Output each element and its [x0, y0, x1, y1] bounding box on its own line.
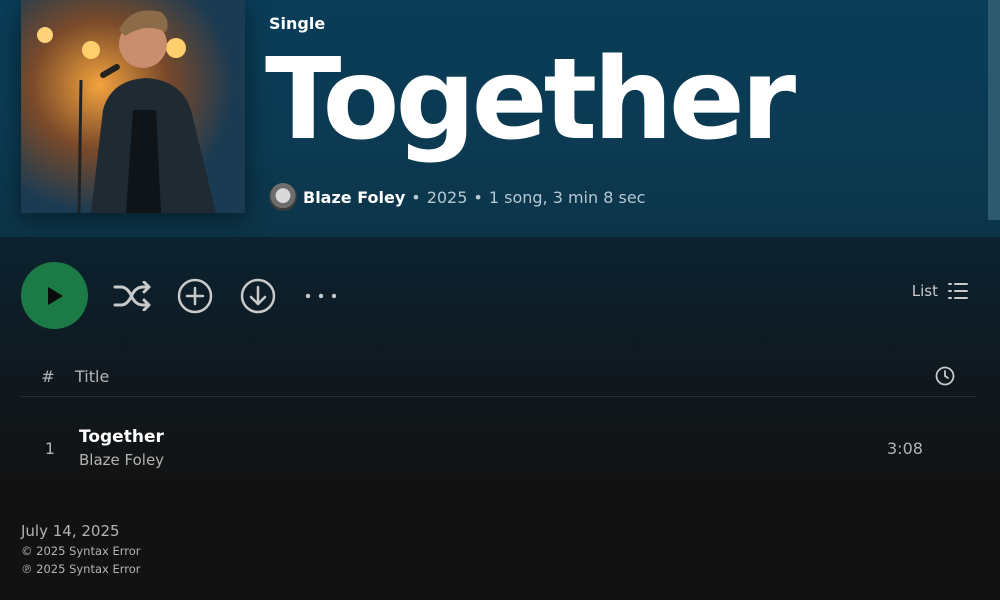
album-footer: July 14, 2025 © 2025 Syntax Error ℗ 2025… [21, 522, 141, 576]
add-to-library-button[interactable] [175, 276, 215, 316]
album-cover [21, 0, 245, 213]
separator-dot: • [411, 187, 421, 207]
download-icon [240, 278, 276, 314]
shuffle-button[interactable] [112, 276, 152, 316]
album-summary: 1 song, 3 min 8 sec [488, 187, 646, 207]
release-date: July 14, 2025 [21, 522, 120, 540]
scrollbar[interactable] [988, 0, 1000, 220]
album-meta: Blaze Foley • 2025 • 1 song, 3 min 8 sec [269, 182, 645, 212]
play-button[interactable] [21, 262, 88, 329]
play-icon [47, 286, 63, 305]
track-row[interactable]: 1 Together Blaze Foley 3:08 [21, 418, 977, 478]
more-icon [305, 293, 337, 299]
separator-dot: • [473, 187, 483, 207]
column-title: Title [75, 366, 110, 386]
download-button[interactable] [238, 276, 278, 316]
album-type-label: Single [269, 14, 326, 33]
artist-link[interactable]: Blaze Foley [303, 188, 405, 207]
column-duration [913, 366, 977, 386]
clock-icon [935, 366, 955, 386]
track-info: Together Blaze Foley [79, 427, 887, 469]
shuffle-icon [113, 281, 151, 311]
phonographic-copyright: ℗ 2025 Syntax Error [21, 562, 141, 576]
album-title: Together [265, 35, 796, 165]
release-year: 2025 [426, 187, 468, 207]
view-toggle-label: List [911, 282, 938, 300]
track-title[interactable]: Together [79, 427, 887, 447]
artist-avatar[interactable] [269, 183, 297, 211]
more-options-button[interactable] [301, 276, 341, 316]
add-icon [177, 278, 213, 314]
view-toggle[interactable]: List [912, 282, 968, 300]
track-table-header: # Title [21, 356, 977, 397]
copyright: © 2025 Syntax Error [21, 544, 141, 558]
list-view-icon [948, 283, 968, 299]
track-duration: 3:08 [887, 438, 923, 458]
column-number: # [41, 366, 55, 386]
track-artist[interactable]: Blaze Foley [79, 451, 887, 469]
track-number: 1 [44, 438, 56, 458]
